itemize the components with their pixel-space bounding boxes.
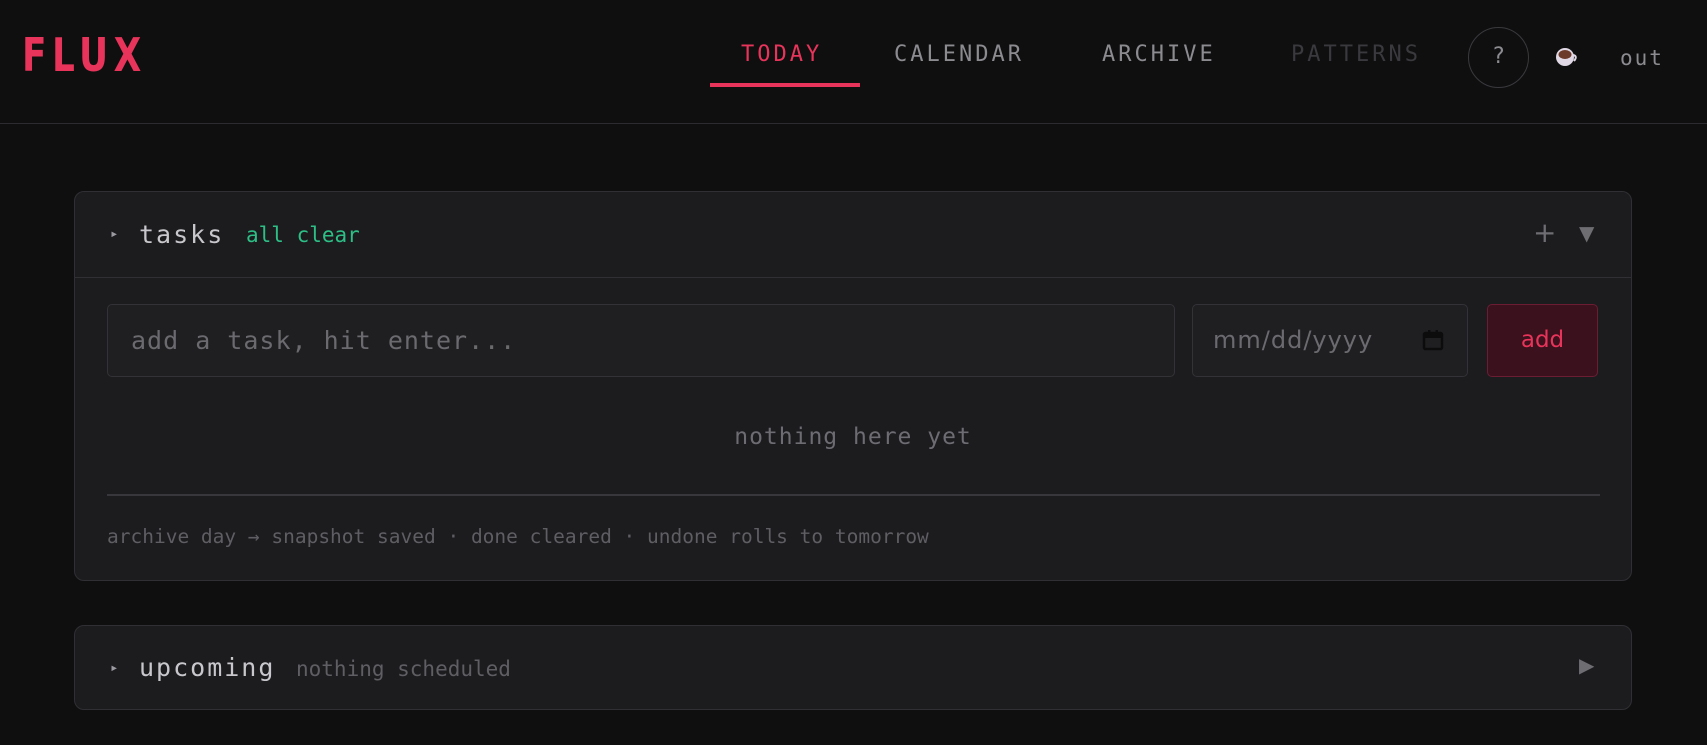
caret-right-icon: ▸ (110, 226, 119, 242)
active-tab-indicator (710, 83, 860, 87)
tasks-status: all clear (246, 223, 360, 247)
task-input[interactable] (107, 304, 1175, 377)
help-button[interactable]: ? (1468, 27, 1529, 88)
add-button[interactable]: add (1487, 304, 1598, 377)
collapse-triangle-icon[interactable]: ▼ (1579, 221, 1594, 245)
top-header: FLUX TODAY CALENDAR ARCHIVE PATTERNS ? o… (0, 0, 1707, 124)
tasks-header[interactable]: ▸ tasks all clear + ▼ (75, 192, 1631, 278)
upcoming-header[interactable]: ▸ upcoming nothing scheduled ▶ (75, 626, 1631, 712)
logout-button[interactable]: out (1620, 43, 1664, 73)
upcoming-card: ▸ upcoming nothing scheduled ▶ (74, 625, 1632, 710)
due-date-input[interactable]: mm/dd/yyyy (1192, 304, 1468, 377)
tab-patterns[interactable]: PATTERNS (1291, 40, 1421, 70)
upcoming-status: nothing scheduled (296, 657, 511, 681)
expand-triangle-icon[interactable]: ▶ (1579, 653, 1594, 677)
coffee-cup-icon[interactable] (1553, 43, 1579, 69)
tasks-card: ▸ tasks all clear + ▼ mm/dd/yyyy add not… (74, 191, 1632, 581)
divider (107, 494, 1600, 496)
upcoming-title: upcoming (139, 653, 276, 682)
tab-calendar[interactable]: CALENDAR (894, 40, 1024, 70)
tasks-title: tasks (139, 220, 225, 249)
date-placeholder: mm/dd/yyyy (1213, 326, 1374, 354)
app-logo[interactable]: FLUX (22, 28, 147, 82)
empty-state-message: nothing here yet (734, 424, 972, 450)
archive-hint: archive day → snapshot saved · done clea… (107, 525, 929, 548)
caret-right-icon: ▸ (110, 660, 119, 676)
calendar-icon[interactable] (1421, 328, 1445, 352)
add-task-icon[interactable]: + (1533, 216, 1556, 249)
tab-today[interactable]: TODAY (741, 40, 822, 70)
tab-archive[interactable]: ARCHIVE (1102, 40, 1216, 70)
